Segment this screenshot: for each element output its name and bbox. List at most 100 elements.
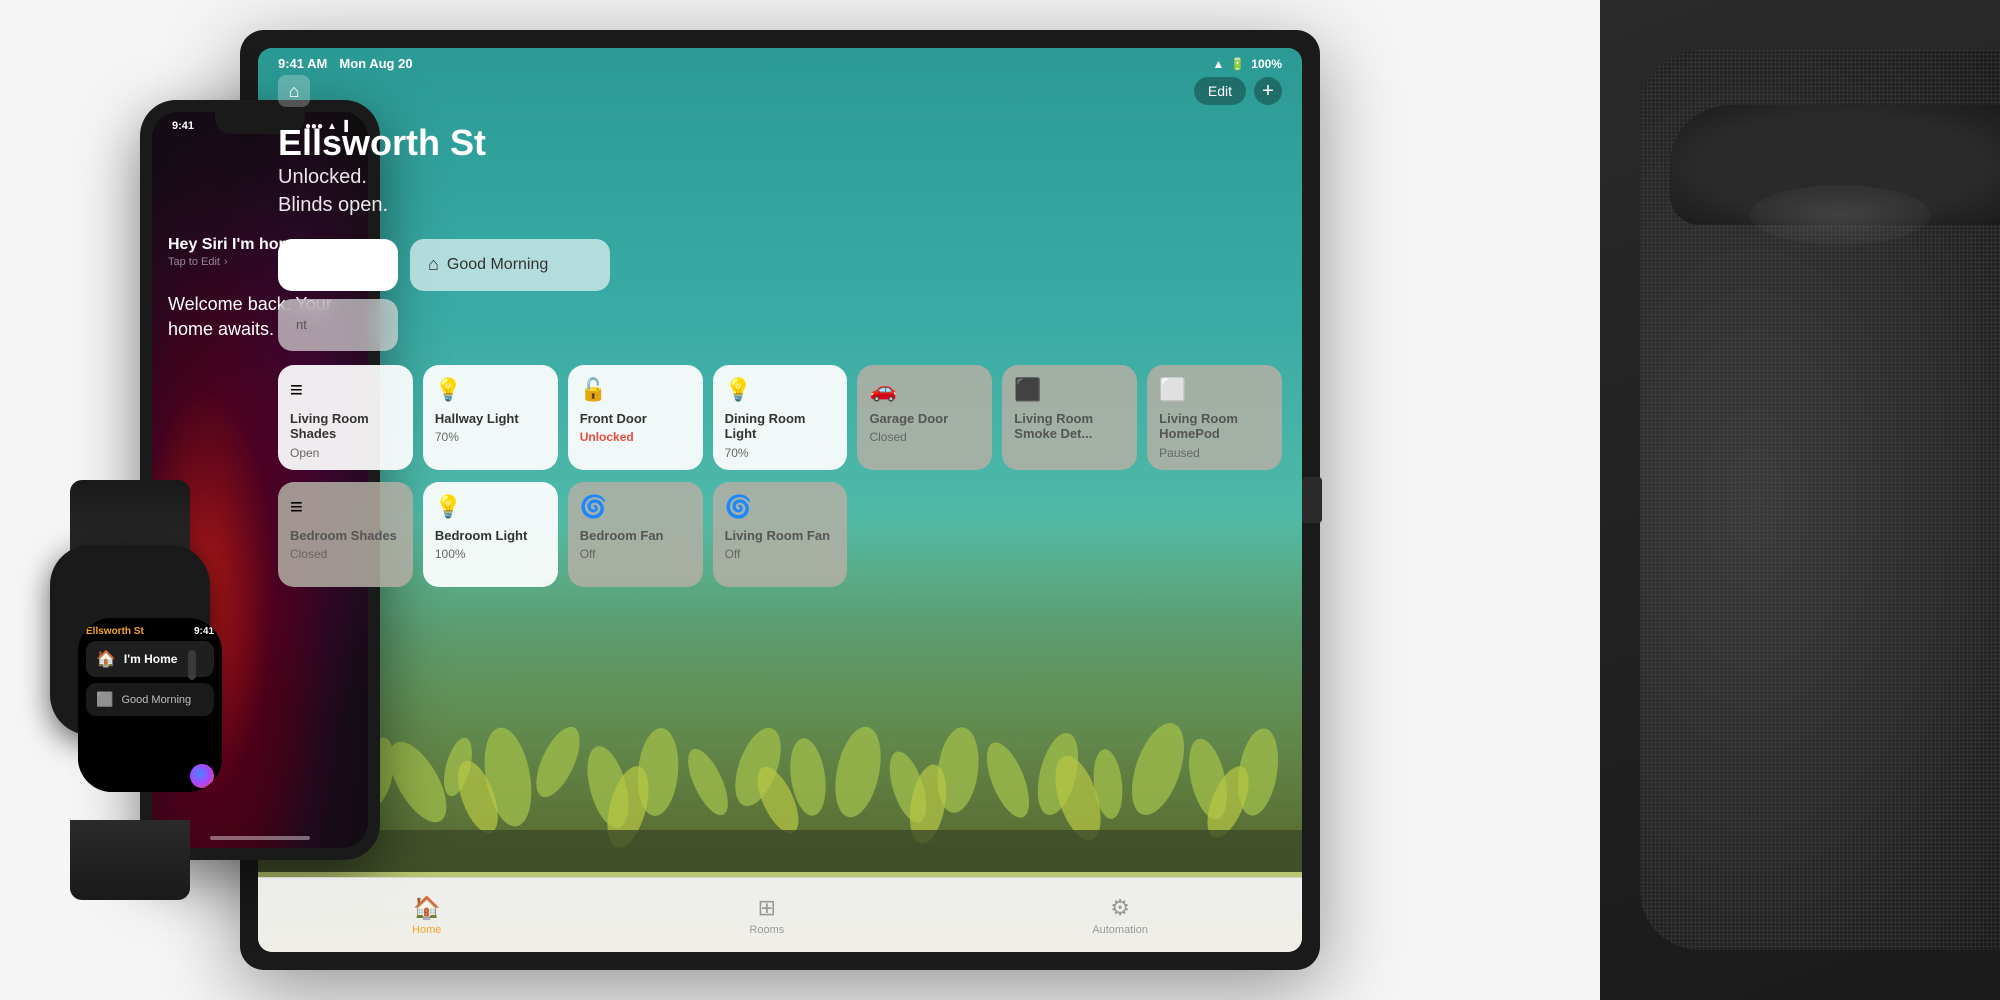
- tile-garage-door[interactable]: 🚗 Garage Door Closed: [857, 365, 992, 470]
- watch-im-home-label: I'm Home: [124, 652, 178, 666]
- light-icon-hallway: 💡: [435, 377, 546, 403]
- tile-name-bedroom-fan: Bedroom Fan: [580, 528, 691, 544]
- ipad-location-title: Ellsworth St: [278, 123, 1282, 163]
- watch-band-bottom: [70, 820, 190, 900]
- watch-case: Ellsworth St 9:41 🏠 I'm Home ⬜ Good Morn…: [50, 545, 210, 735]
- chevron-right-icon: ›: [224, 256, 228, 268]
- tile-bedroom-light[interactable]: 💡 Bedroom Light 100%: [423, 482, 558, 587]
- shades-icon: ≡: [290, 377, 401, 403]
- tile-front-door[interactable]: 🔓 Front Door Unlocked: [568, 365, 703, 470]
- homepod-body: [1640, 50, 2000, 950]
- home-icon[interactable]: ⌂: [278, 75, 310, 107]
- light-icon-bedroom: 💡: [435, 494, 546, 520]
- tab-home-label: Home: [412, 924, 441, 936]
- watch-status-bar: Ellsworth St 9:41: [86, 626, 214, 637]
- ipad-tabbar: 🏠 Home ⊞ Rooms ⚙ Automation: [258, 877, 1302, 952]
- scene-button-morning[interactable]: ⌂ Good Morning: [410, 239, 610, 291]
- tab-rooms-icon: ⊞: [758, 895, 776, 921]
- tile-living-room-fan[interactable]: 🌀 Living Room Fan Off: [713, 482, 848, 587]
- scene-button-nt[interactable]: nt: [278, 299, 398, 351]
- tab-home[interactable]: 🏠 Home: [412, 895, 441, 936]
- tab-automation[interactable]: ⚙ Automation: [1092, 895, 1148, 936]
- tile-bedroom-fan[interactable]: 🌀 Bedroom Fan Off: [568, 482, 703, 587]
- tile-dining-room-light[interactable]: 💡 Dining Room Light 70%: [713, 365, 848, 470]
- ipad-date: Mon Aug 20: [339, 56, 412, 71]
- fan-icon-bedroom: 🌀: [580, 494, 691, 520]
- morning-label: Good Morning: [447, 256, 548, 274]
- watch-time: 9:41: [194, 626, 214, 637]
- ipad-time: 9:41 AM: [278, 56, 327, 71]
- tile-status-living-room-fan: Off: [725, 547, 836, 561]
- lock-icon: 🔓: [580, 377, 691, 403]
- homepod-icon: ⬜: [1159, 377, 1270, 403]
- watch-display: Ellsworth St 9:41 🏠 I'm Home ⬜ Good Morn…: [78, 618, 222, 792]
- edit-button[interactable]: Edit: [1194, 77, 1246, 105]
- watch-home-icon: 🏠: [96, 649, 116, 669]
- watch-app-name: Ellsworth St: [86, 626, 144, 637]
- apple-watch: Ellsworth St 9:41 🏠 I'm Home ⬜ Good Morn…: [30, 480, 230, 900]
- tab-rooms[interactable]: ⊞ Rooms: [749, 895, 784, 936]
- tile-status-living-room-shades: Open: [290, 446, 401, 460]
- tile-bedroom-shades[interactable]: ≡ Bedroom Shades Closed: [278, 482, 413, 587]
- tile-status-bedroom-fan: Off: [580, 547, 691, 561]
- scene-button-blank[interactable]: [278, 239, 398, 291]
- ipad-tiles-row-1: ≡ Living Room Shades Open 💡 Hallway Ligh…: [258, 359, 1302, 476]
- tile-name-bedroom-light: Bedroom Light: [435, 528, 546, 544]
- tile-homepod[interactable]: ⬜ Living Room HomePod Paused: [1147, 365, 1282, 470]
- tab-home-icon: 🏠: [413, 895, 440, 921]
- battery-icon: 🔋: [1230, 57, 1245, 71]
- tile-empty-2: [1002, 482, 1137, 587]
- tile-name-smoke-detector: Living Room Smoke Det...: [1014, 411, 1125, 442]
- ipad-scenes-row: ⌂ Good Morning: [258, 223, 1302, 299]
- tab-automation-label: Automation: [1092, 924, 1148, 936]
- tile-empty-1: [857, 482, 992, 587]
- watch-siri-button[interactable]: [190, 764, 214, 788]
- tile-status-dining-room-light: 70%: [725, 446, 836, 460]
- tile-name-bedroom-shades: Bedroom Shades: [290, 528, 401, 544]
- smoke-det-icon: ⬛: [1014, 377, 1125, 403]
- tab-rooms-label: Rooms: [749, 924, 784, 936]
- watch-good-morning-label: Good Morning: [121, 694, 191, 706]
- ipad-subtitle: Unlocked. Blinds open.: [278, 163, 1282, 219]
- add-button[interactable]: +: [1254, 77, 1282, 105]
- wifi-icon: ▲: [1212, 57, 1224, 71]
- watch-crown[interactable]: [188, 650, 196, 680]
- ipad-tiles-row-2: ≡ Bedroom Shades Closed 💡 Bedroom Light …: [258, 476, 1302, 593]
- ipad-content: 9:41 AM Mon Aug 20 ▲ 🔋 100% ⌂ Edit +: [258, 48, 1302, 952]
- tile-name-living-room-shades: Living Room Shades: [290, 411, 401, 442]
- tab-automation-icon: ⚙: [1110, 895, 1130, 921]
- battery-percent: 100%: [1251, 57, 1282, 71]
- iphone-tap-edit-label: Tap to Edit: [168, 256, 220, 268]
- watch-morning-icon: ⬜: [96, 691, 113, 708]
- watch-card-good-morning[interactable]: ⬜ Good Morning: [86, 683, 214, 716]
- garage-icon: 🚗: [869, 377, 980, 403]
- tile-name-garage-door: Garage Door: [869, 411, 980, 427]
- tile-name-dining-room-light: Dining Room Light: [725, 411, 836, 442]
- watch-screen: Ellsworth St 9:41 🏠 I'm Home ⬜ Good Morn…: [78, 618, 222, 792]
- tile-smoke-detector[interactable]: ⬛ Living Room Smoke Det...: [1002, 365, 1137, 470]
- ipad-navbar: ⌂ Edit +: [258, 75, 1302, 115]
- homepod-touch-surface[interactable]: [1750, 185, 1930, 245]
- ipad-home-button[interactable]: [1302, 477, 1322, 523]
- tile-status-hallway-light: 70%: [435, 430, 546, 444]
- tile-status-front-door: Unlocked: [580, 430, 691, 444]
- ipad-header: Ellsworth St Unlocked. Blinds open.: [258, 115, 1302, 223]
- homepod-top: [1670, 105, 2000, 225]
- tile-empty-3: [1147, 482, 1282, 587]
- scene: 9:41 AM Mon Aug 20 ▲ 🔋 100% ⌂ Edit +: [0, 0, 2000, 1000]
- ipad-screen: 9:41 AM Mon Aug 20 ▲ 🔋 100% ⌂ Edit +: [258, 48, 1302, 952]
- tile-status-bedroom-shades: Closed: [290, 547, 401, 561]
- ipad-subtitle-line2: Blinds open.: [278, 191, 1282, 219]
- tile-status-bedroom-light: 100%: [435, 547, 546, 561]
- tile-hallway-light[interactable]: 💡 Hallway Light 70%: [423, 365, 558, 470]
- tile-name-hallway-light: Hallway Light: [435, 411, 546, 427]
- iphone-time: 9:41: [172, 120, 194, 132]
- ipad-device: 9:41 AM Mon Aug 20 ▲ 🔋 100% ⌂ Edit +: [240, 30, 1320, 970]
- morning-icon: ⌂: [428, 254, 439, 275]
- tile-status-garage-door: Closed: [869, 430, 980, 444]
- bedroom-shades-icon: ≡: [290, 494, 401, 520]
- fan-icon-living: 🌀: [725, 494, 836, 520]
- tile-name-homepod: Living Room HomePod: [1159, 411, 1270, 442]
- tile-living-room-shades[interactable]: ≡ Living Room Shades Open: [278, 365, 413, 470]
- ipad-subtitle-line1: Unlocked.: [278, 163, 1282, 191]
